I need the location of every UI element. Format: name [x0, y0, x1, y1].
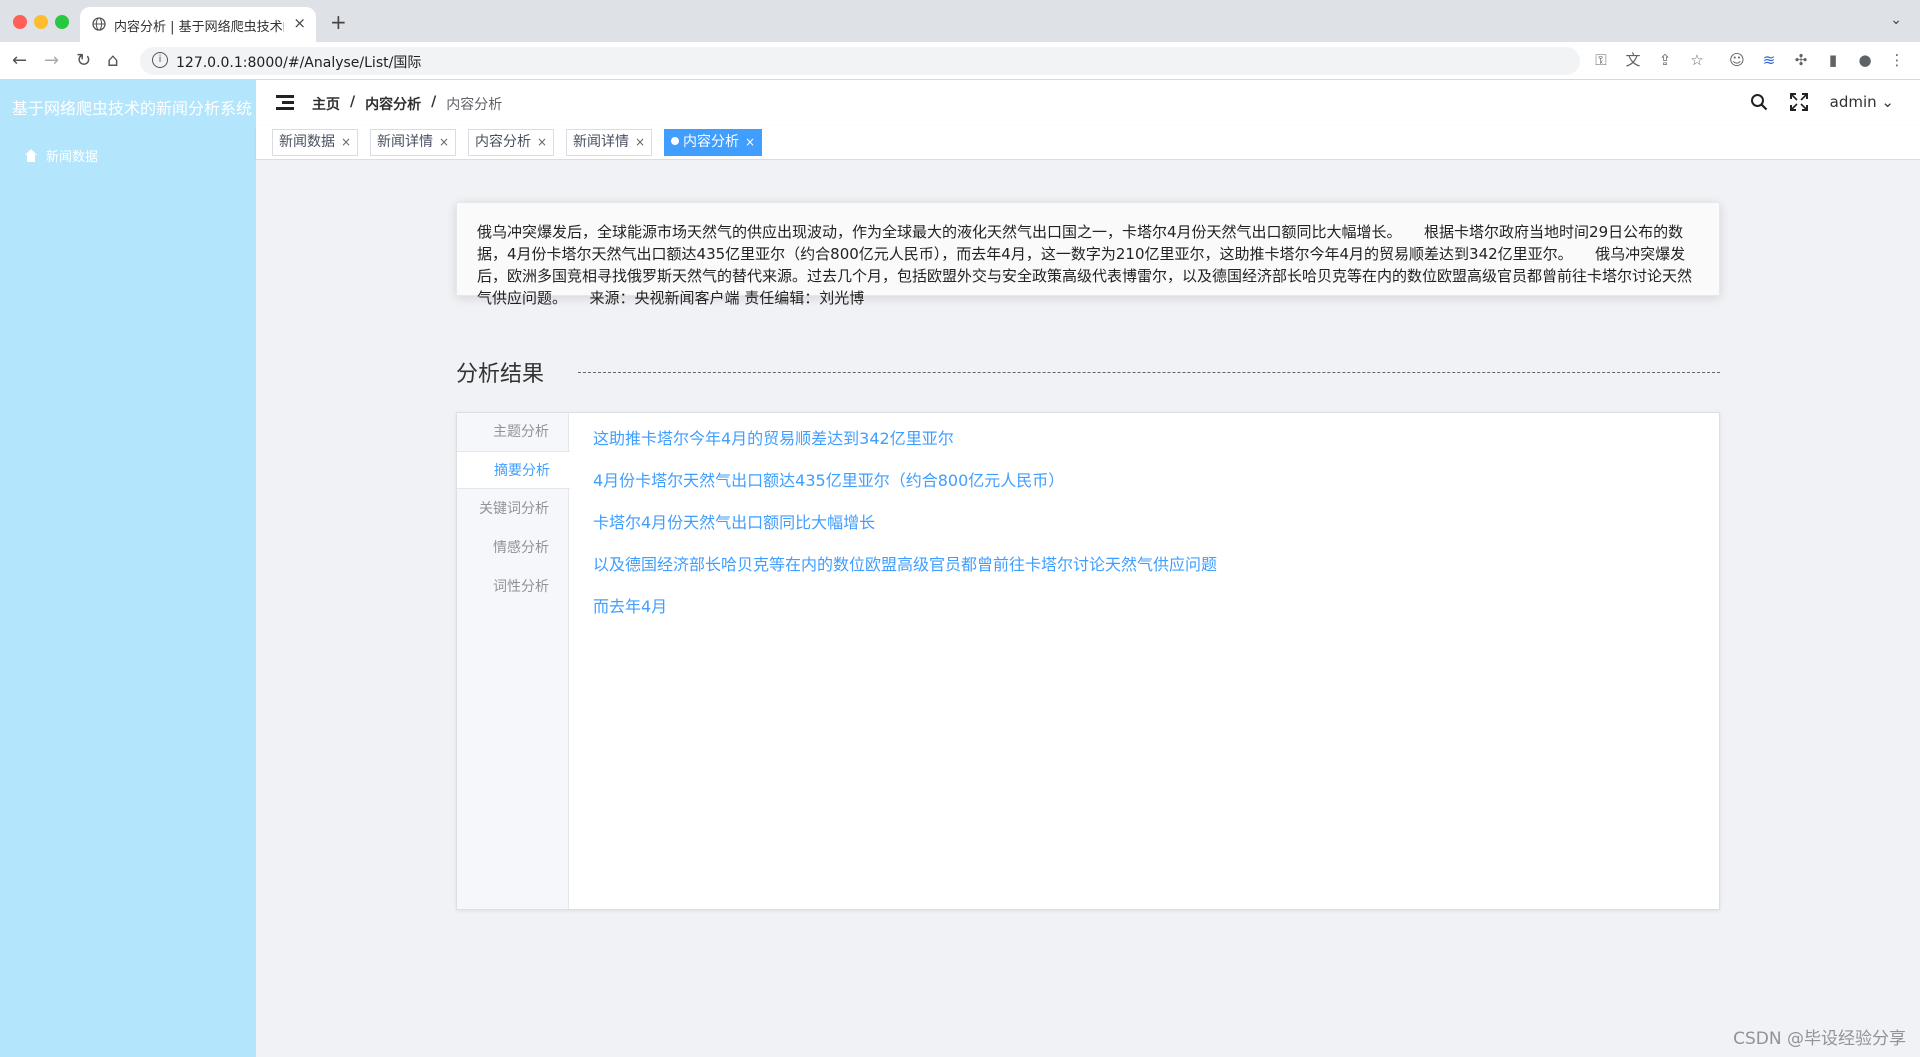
- site-info-icon[interactable]: i: [152, 52, 168, 68]
- breadcrumb-content-analysis[interactable]: 内容分析: [365, 94, 421, 114]
- app-brand-title: 基于网络爬虫技术的新闻分析系统: [12, 99, 253, 118]
- tab-keyword-analysis[interactable]: 关键词分析: [457, 490, 569, 528]
- summary-item: 以及德国经济部长哈贝克等在内的数位欧盟高级官员都曾前往卡塔尔讨论天然气供应问题: [593, 555, 1218, 574]
- sidebar-item-news-data[interactable]: 新闻数据: [24, 146, 98, 165]
- profile-icon[interactable]: ●: [1856, 51, 1874, 69]
- browser-toolbar: ← → ↻ ⌂ i 127.0.0.1:8000/#/Analyse/List/…: [0, 42, 1920, 80]
- home-icon: [24, 148, 38, 163]
- tag-news-detail[interactable]: 新闻详情 ×: [370, 129, 457, 156]
- tags-view: 新闻数据 × 新闻详情 × 内容分析 × 新闻详情 × 内容分析 ×: [256, 126, 1920, 160]
- active-dot-icon: [671, 137, 679, 145]
- tag-close-icon[interactable]: ×: [439, 135, 449, 149]
- browser-menu-icon[interactable]: ⋮: [1888, 51, 1906, 69]
- sidebar: 基于网络爬虫技术的新闻分析系统 新闻数据: [0, 80, 256, 1057]
- translate-icon[interactable]: 文: [1624, 51, 1642, 69]
- fullscreen-icon[interactable]: [1789, 93, 1808, 111]
- extension-avatar-icon[interactable]: ☺: [1728, 51, 1746, 69]
- tab-search-chevron-icon[interactable]: ⌄: [1890, 12, 1902, 28]
- tag-content-analysis-active[interactable]: 内容分析 ×: [664, 129, 763, 156]
- breadcrumb-current: 内容分析: [446, 97, 503, 113]
- address-bar[interactable]: i 127.0.0.1:8000/#/Analyse/List/国际: [140, 47, 1580, 75]
- navbar-actions: admin ⌄: [1750, 93, 1894, 111]
- tab-topic-analysis[interactable]: 主题分析: [457, 413, 569, 451]
- browser-tab-title: 内容分析 | 基于网络爬虫技术的新闻分析系统: [114, 20, 284, 35]
- breadcrumb: 主页 / 内容分析 / 内容分析: [312, 94, 502, 114]
- username: admin: [1829, 93, 1877, 111]
- extensions-puzzle-icon[interactable]: ✣: [1792, 51, 1810, 69]
- url-text: 127.0.0.1:8000/#/Analyse/List/国际: [176, 55, 422, 71]
- window-maximize-button[interactable]: [55, 15, 69, 29]
- browser-tab-close-icon[interactable]: ×: [293, 14, 306, 32]
- summary-item: 4月份卡塔尔天然气出口额达435亿里亚尔（约合800亿元人民币）: [593, 471, 1065, 490]
- tag-label: 新闻详情: [573, 134, 629, 150]
- analysis-section-title: 分析结果: [456, 362, 545, 387]
- reload-icon[interactable]: ↻: [76, 50, 91, 71]
- window-minimize-button[interactable]: [34, 15, 48, 29]
- tab-summary-analysis[interactable]: 摘要分析: [457, 451, 570, 489]
- summary-item: 这助推卡塔尔今年4月的贸易顺差达到342亿里亚尔: [593, 429, 954, 448]
- browser-tabstrip: 内容分析 | 基于网络爬虫技术的新闻分析系统 × + ⌄: [0, 0, 1920, 42]
- article-text: 俄乌冲突爆发后，全球能源市场天然气的供应出现波动，作为全球最大的液化天然气出口国…: [477, 223, 1693, 307]
- bookmark-star-icon[interactable]: ☆: [1688, 51, 1706, 69]
- tag-close-icon[interactable]: ×: [635, 135, 645, 149]
- home-icon[interactable]: ⌂: [107, 50, 118, 71]
- sidebar-item-label: 新闻数据: [46, 150, 99, 165]
- tab-sentiment-analysis[interactable]: 情感分析: [457, 529, 569, 567]
- tag-close-icon[interactable]: ×: [745, 135, 755, 149]
- article-card: 俄乌冲突爆发后，全球能源市场天然气的供应出现波动，作为全球最大的液化天然气出口国…: [456, 202, 1720, 307]
- breadcrumb-separator: /: [350, 94, 356, 110]
- side-panel-icon[interactable]: ▮: [1824, 51, 1842, 69]
- analysis-panel: 主题分析 摘要分析 关键词分析 情感分析 词性分析 这助推卡塔尔今年4月的贸易顺…: [456, 412, 1720, 910]
- key-icon[interactable]: ⚿: [1592, 51, 1610, 69]
- window-close-button[interactable]: [13, 15, 27, 29]
- back-arrow-icon[interactable]: ←: [12, 50, 27, 71]
- tag-content-analysis[interactable]: 内容分析 ×: [468, 129, 555, 156]
- tag-news-detail[interactable]: 新闻详情 ×: [566, 129, 653, 156]
- summary-item: 而去年4月: [593, 597, 668, 616]
- summary-list: 这助推卡塔尔今年4月的贸易顺差达到342亿里亚尔 4月份卡塔尔天然气出口额达43…: [593, 427, 1217, 637]
- tag-news-data[interactable]: 新闻数据 ×: [272, 129, 359, 156]
- tag-label: 内容分析: [683, 134, 739, 150]
- tag-label: 新闻数据: [279, 134, 335, 150]
- top-navbar: 主页 / 内容分析 / 内容分析 admin ⌄: [256, 80, 1920, 126]
- breadcrumb-separator: /: [431, 94, 437, 110]
- tag-close-icon[interactable]: ×: [537, 135, 547, 149]
- new-tab-button[interactable]: +: [330, 10, 347, 34]
- chevron-down-icon: ⌄: [1881, 93, 1894, 111]
- extension-layers-icon[interactable]: ≋: [1760, 51, 1778, 69]
- search-icon[interactable]: [1750, 93, 1768, 111]
- tag-close-icon[interactable]: ×: [341, 135, 351, 149]
- tab-pos-analysis[interactable]: 词性分析: [457, 568, 569, 606]
- tag-label: 内容分析: [475, 134, 531, 150]
- forward-arrow-icon[interactable]: →: [44, 50, 59, 71]
- main-content: 俄乌冲突爆发后，全球能源市场天然气的供应出现波动，作为全球最大的液化天然气出口国…: [256, 160, 1920, 1057]
- breadcrumb-home[interactable]: 主页: [312, 94, 340, 114]
- section-divider: [578, 372, 1720, 373]
- browser-tab[interactable]: 内容分析 | 基于网络爬虫技术的新闻分析系统 ×: [80, 7, 316, 42]
- tag-label: 新闻详情: [377, 134, 433, 150]
- hamburger-menu-icon[interactable]: [276, 95, 294, 111]
- globe-icon: [92, 17, 106, 31]
- share-icon[interactable]: ⇪: [1656, 51, 1674, 69]
- user-dropdown[interactable]: admin ⌄: [1830, 93, 1894, 111]
- analysis-tabs: 主题分析 摘要分析 关键词分析 情感分析 词性分析: [457, 413, 570, 909]
- summary-item: 卡塔尔4月份天然气出口额同比大幅增长: [593, 513, 876, 532]
- csdn-watermark: CSDN @毕设经验分享: [1733, 1029, 1906, 1049]
